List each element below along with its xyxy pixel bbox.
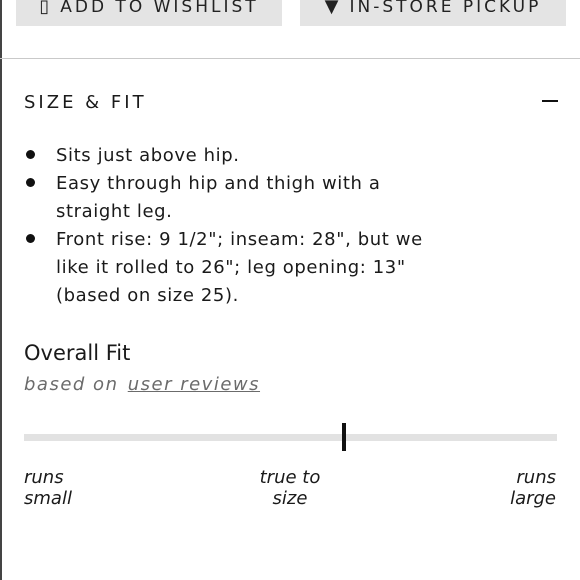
runs-small-label: runs small (24, 467, 72, 509)
left-border (0, 0, 2, 580)
runs-large-label: runs large (510, 467, 556, 509)
fit-marker (341, 423, 346, 451)
location-pin-icon: ▼ (324, 0, 342, 17)
scale-left-line2: small (24, 488, 72, 509)
list-item: Front rise: 9 1/2"; inseam: 28", but we … (22, 226, 442, 310)
scale-right-line1: runs (516, 467, 556, 488)
scale-mid-line2: size (272, 488, 308, 509)
size-fit-header[interactable]: SIZE & FIT (24, 92, 560, 116)
scale-left-line1: runs (24, 467, 64, 488)
size-fit-details: Sits just above hip. Easy through hip an… (22, 142, 442, 310)
subtitle-prefix: based on (24, 374, 119, 395)
wishlist-label: ADD TO WISHLIST (60, 0, 259, 17)
in-store-pickup-button[interactable]: ▼ IN-STORE PICKUP (300, 0, 566, 26)
user-reviews-link[interactable]: user reviews (128, 374, 260, 395)
overall-fit-title: Overall Fit (24, 341, 131, 365)
list-item: Easy through hip and thigh with a straig… (22, 170, 442, 226)
overall-fit-subtitle: based on user reviews (24, 374, 260, 395)
action-buttons-row: ▯ ADD TO WISHLIST ▼ IN-STORE PICKUP (0, 0, 580, 59)
scale-mid-line1: true to (259, 467, 321, 488)
pickup-label: IN-STORE PICKUP (349, 0, 542, 17)
scale-right-line2: large (510, 488, 556, 509)
minus-icon[interactable] (542, 100, 558, 102)
list-item: Sits just above hip. (22, 142, 442, 170)
bookmark-icon: ▯ (39, 0, 53, 17)
fit-scale-track (24, 423, 557, 451)
size-fit-title: SIZE & FIT (24, 92, 147, 113)
true-to-size-label: true to size (250, 467, 330, 509)
add-to-wishlist-button[interactable]: ▯ ADD TO WISHLIST (16, 0, 282, 26)
